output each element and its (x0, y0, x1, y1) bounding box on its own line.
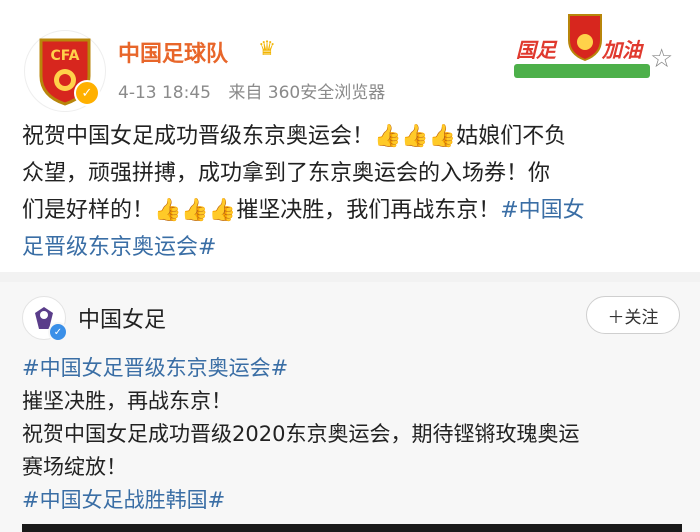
badge-text-left: 国足 (516, 38, 556, 62)
author-name[interactable]: 中国足球队 (118, 36, 228, 68)
repost-body: #中国女足晋级东京奥运会# 摧坚决胜，再战东京！ 祝贺中国女足成功晋级2020东… (22, 352, 682, 517)
post-time: 4-13 18:45 (118, 83, 211, 103)
section-divider (0, 272, 700, 282)
star-icon[interactable]: ☆ (650, 44, 673, 74)
repost-line: 摧坚决胜，再战东京！ (22, 389, 232, 413)
weibo-post: CFA ✓ 中国足球队 ♛ 4-13 18:45 来自 360安全浏览器 国足 … (0, 0, 700, 272)
hashtag-link[interactable]: 足晋级东京奥运会# (22, 235, 216, 260)
media-preview-edge (22, 524, 682, 532)
post-text: 们是好样的！ (22, 198, 155, 223)
badge-text-right: 加油 (602, 38, 642, 62)
verified-icon: ✓ (48, 322, 68, 342)
reposted-content[interactable]: ✓ 中国女足 ＋关注 #中国女足晋级东京奥运会# 摧坚决胜，再战东京！ 祝贺中国… (0, 282, 700, 532)
crown-icon: ♛ (258, 36, 276, 60)
repost-author-name[interactable]: 中国女足 (78, 302, 166, 334)
hashtag-link[interactable]: #中国女 (500, 198, 584, 223)
post-text: 摧坚决胜，我们再战东京！ (236, 198, 501, 223)
repost-line: 祝贺中国女足成功晋级2020东京奥运会，期待铿锵玫瑰奥运 (22, 422, 580, 446)
verified-icon: ✓ (74, 80, 100, 106)
svg-text:CFA: CFA (50, 48, 79, 64)
follow-button[interactable]: ＋关注 (586, 296, 680, 334)
badge-grass (514, 64, 650, 78)
thumbs-up-icon: 👍👍👍 (154, 198, 237, 223)
post-meta: 4-13 18:45 来自 360安全浏览器 (118, 78, 397, 103)
post-line-2: 众望，顽强拼搏，成功拿到了东京奥运会的入场券！你 (22, 161, 551, 186)
fan-badge: 国足 加油 (510, 12, 650, 78)
post-text: 姑娘们不负 (456, 124, 567, 149)
repost-line: 赛场绽放！ (22, 455, 127, 479)
post-line-1: 祝贺中国女足成功晋级东京奥运会！👍👍👍姑娘们不负 (22, 118, 682, 155)
post-line-4: 足晋级东京奥运会# (22, 229, 682, 266)
hashtag-link[interactable]: #中国女足战胜韩国# (22, 484, 682, 517)
hashtag-link[interactable]: #中国女足晋级东京奥运会# (22, 352, 682, 385)
post-source: 来自 360安全浏览器 (228, 83, 386, 103)
thumbs-up-icon: 👍👍👍 (374, 124, 457, 149)
cfa-crest-icon (568, 14, 602, 62)
post-line-3: 们是好样的！👍👍👍摧坚决胜，我们再战东京！#中国女 (22, 192, 682, 229)
post-text: 祝贺中国女足成功晋级东京奥运会！ (22, 124, 375, 149)
post-body: 祝贺中国女足成功晋级东京奥运会！👍👍👍姑娘们不负 众望，顽强拼搏，成功拿到了东京… (22, 118, 682, 266)
